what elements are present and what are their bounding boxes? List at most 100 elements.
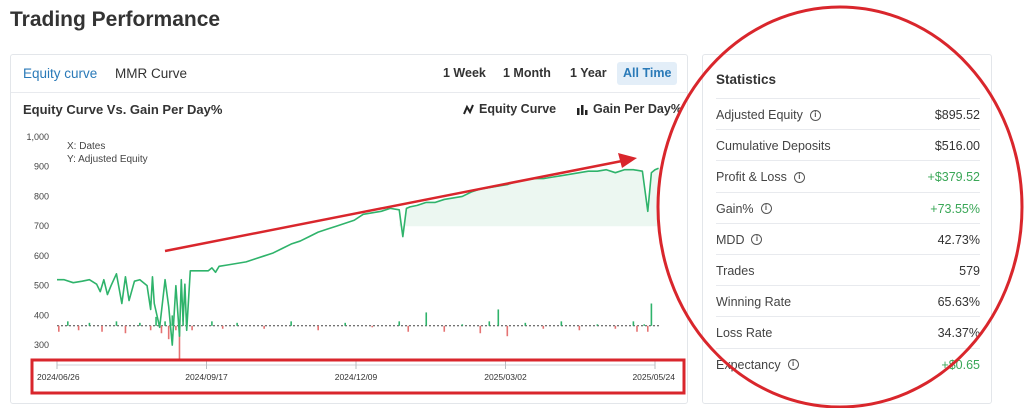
x-tick-label: 2024/12/09: [335, 372, 378, 382]
y-tick-label: 300: [34, 340, 49, 350]
gain-bar: [344, 322, 346, 326]
gain-bar: [650, 303, 653, 326]
gain-bar: [211, 321, 213, 326]
stat-row-gain: Gain% i +73.55%: [716, 191, 980, 223]
info-icon[interactable]: i: [793, 171, 805, 183]
gain-bar: [164, 321, 166, 326]
gain-bar: [632, 321, 635, 326]
gain-bar: [124, 325, 127, 334]
info-icon[interactable]: i: [787, 359, 799, 371]
x-tick-label: 2025/03/02: [484, 372, 527, 382]
statistics-card: Statistics Adjusted Equity i $895.52 Cumula…: [702, 54, 992, 404]
x-tick-label: 2024/06/26: [37, 372, 80, 382]
gain-bar: [371, 325, 374, 328]
stat-row-expectancy: Expectancy i +$0.65: [716, 347, 980, 379]
gain-bar: [407, 325, 410, 332]
stat-row-adjusted-equity: Adjusted Equity i $895.52: [716, 98, 980, 129]
y-tick-label: 700: [34, 221, 49, 231]
stat-label-text: Gain%: [716, 201, 754, 216]
gain-bar: [139, 322, 141, 326]
gain-bar: [488, 321, 491, 326]
gain-bar: [479, 325, 482, 334]
stat-label: Expectancy i: [716, 358, 799, 372]
page-title: Trading Performance: [10, 8, 221, 31]
stat-row-mdd: MDD i 42.73%: [716, 222, 980, 254]
statistics-title: Statistics: [716, 72, 777, 87]
gain-bar: [175, 325, 177, 331]
y-axis-label: Y: Adjusted Equity: [67, 154, 148, 165]
stat-row-profit-loss: Profit & Loss i +$379.52: [716, 160, 980, 191]
x-axis-label: X: Dates: [67, 141, 105, 152]
gain-bar: [167, 325, 170, 340]
y-tick-label: 600: [34, 251, 49, 261]
gain-bar: [149, 325, 152, 331]
gain-bar: [191, 325, 193, 331]
y-tick-label: 900: [34, 162, 49, 172]
x-tick-label: 2024/09/17: [185, 372, 228, 382]
equity-area-fill: [399, 168, 659, 237]
gain-bar: [101, 325, 103, 332]
info-icon[interactable]: i: [760, 203, 772, 215]
gain-bar: [542, 325, 545, 329]
gain-bar: [77, 325, 80, 331]
stat-value: 42.73%: [937, 232, 980, 247]
stat-label: Loss Rate: [716, 326, 772, 340]
stat-value: 34.37%: [937, 326, 980, 341]
info-icon[interactable]: i: [751, 234, 763, 246]
info-icon[interactable]: i: [809, 109, 821, 121]
gain-bar: [160, 325, 163, 334]
equity-chart[interactable]: 1,000 900 800 700 600 500 400 300 X: Dates Y: Adj…: [11, 55, 689, 405]
stat-label-text: Trades: [716, 264, 755, 278]
gain-bar: [67, 321, 69, 326]
gain-bar: [524, 322, 527, 326]
y-tick-label: 500: [34, 281, 49, 291]
gain-bar: [58, 325, 60, 332]
gain-bar: [560, 321, 563, 326]
stat-label-text: Loss Rate: [716, 326, 773, 341]
stat-label-text: MDD: [716, 232, 745, 247]
stat-label: Winning Rate: [716, 295, 791, 309]
stat-value: 579: [959, 264, 980, 278]
gain-bar: [596, 324, 599, 326]
x-tick-label: 2025/05/24: [632, 372, 675, 382]
stat-label-text: Expectancy: [716, 357, 781, 372]
gain-bar: [643, 324, 645, 326]
gain-bar: [398, 321, 401, 326]
gain-bar: [221, 325, 224, 329]
stat-label: MDD i: [716, 232, 763, 247]
gain-bar: [236, 322, 238, 326]
gain-bar: [155, 316, 157, 326]
stat-label-text: Profit & Loss: [716, 170, 787, 185]
gain-bar: [88, 322, 91, 326]
gain-bar: [636, 325, 638, 332]
gain-bar: [614, 325, 617, 329]
stat-value: $516.00: [934, 139, 980, 154]
stat-value: +$379.52: [927, 170, 980, 185]
stat-label: Cumulative Deposits: [716, 139, 831, 153]
y-tick-label: 1,000: [26, 132, 49, 142]
stat-label-text: Adjusted Equity: [716, 108, 803, 122]
stat-value: $895.52: [934, 108, 980, 122]
gain-bar: [646, 325, 649, 332]
stat-label: Gain% i: [716, 202, 772, 216]
stat-label: Trades: [716, 264, 754, 278]
gain-bar: [461, 324, 464, 326]
gain-bar: [290, 321, 292, 326]
gain-bar: [578, 325, 581, 331]
gain-bar: [263, 325, 265, 329]
stat-row-trades: Trades 579: [716, 254, 980, 285]
gain-bar: [425, 312, 428, 326]
stat-value: +$0.65: [941, 357, 980, 372]
stat-row-loss-rate: Loss Rate 34.37%: [716, 316, 980, 347]
chart-card: Equity curve MMR Curve 1 Week 1 Month 1 …: [10, 54, 688, 404]
y-tick-label: 400: [34, 310, 49, 320]
stat-row-cumulative-deposits: Cumulative Deposits $516.00: [716, 129, 980, 160]
gain-bar: [506, 325, 509, 337]
stat-value: 65.63%: [937, 295, 980, 310]
stat-value: +73.55%: [930, 201, 980, 216]
stat-label-text: Cumulative Deposits: [716, 139, 831, 154]
stat-row-winning-rate: Winning Rate 65.63%: [716, 285, 980, 316]
stat-label-text: Winning Rate: [716, 295, 792, 310]
stat-label: Adjusted Equity i: [716, 108, 821, 122]
y-tick-label: 800: [34, 191, 49, 201]
